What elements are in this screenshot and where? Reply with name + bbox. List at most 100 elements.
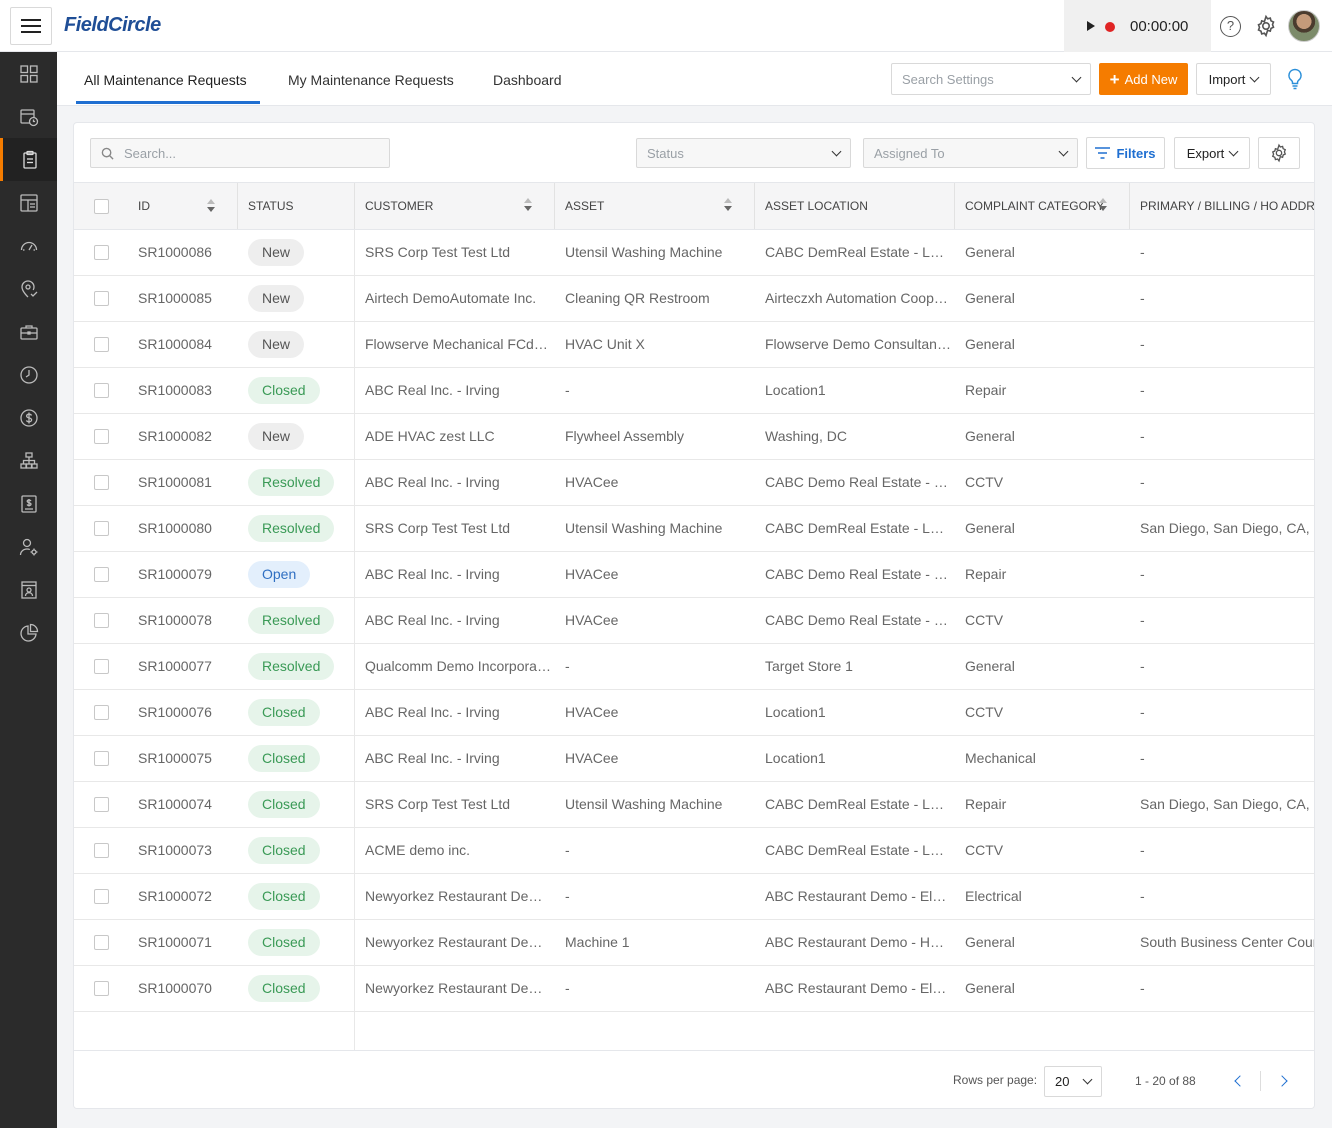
billing-icon[interactable] (0, 482, 57, 525)
request-id[interactable]: SR1000085 (138, 276, 233, 321)
request-id[interactable]: SR1000074 (138, 782, 233, 827)
record-icon[interactable] (1105, 22, 1115, 32)
user-avatar[interactable] (1288, 10, 1320, 42)
request-id[interactable]: SR1000076 (138, 690, 233, 735)
table-row[interactable]: SR1000080 Resolved SRS Corp Test Test Ltd U… (74, 506, 1314, 552)
table-row[interactable]: SR1000079 Open ABC Real Inc. - Irving HVACe… (74, 552, 1314, 598)
filters-button[interactable]: Filters (1086, 137, 1165, 169)
table-row[interactable]: SR1000071 Closed Newyorkez Restaurant Demo… (74, 920, 1314, 966)
request-id[interactable]: SR1000081 (138, 460, 233, 505)
request-id[interactable]: SR1000072 (138, 874, 233, 919)
request-id[interactable]: SR1000075 (138, 736, 233, 781)
request-id[interactable]: SR1000083 (138, 368, 233, 413)
dollar-circle-icon[interactable] (0, 396, 57, 439)
assigned-to-select[interactable]: Assigned To (863, 138, 1078, 168)
export-button[interactable]: Export (1174, 137, 1250, 169)
table-row[interactable]: SR1000081 Resolved ABC Real Inc. - Irving H… (74, 460, 1314, 506)
invoice-icon[interactable] (0, 181, 57, 224)
row-checkbox[interactable] (94, 521, 109, 536)
request-id[interactable]: SR1000079 (138, 552, 233, 597)
rows-per-page-select[interactable]: 20 (1044, 1066, 1102, 1097)
tab-my-maintenance-requests[interactable]: My Maintenance Requests (288, 72, 454, 88)
table-row[interactable]: SR1000070 Closed Newyorkez Restaurant Demo… (74, 966, 1314, 1012)
request-id[interactable]: SR1000077 (138, 644, 233, 689)
play-icon[interactable] (1087, 21, 1095, 31)
row-checkbox[interactable] (94, 843, 109, 858)
row-checkbox[interactable] (94, 337, 109, 352)
briefcase-icon[interactable] (0, 310, 57, 353)
import-button[interactable]: Import (1196, 63, 1271, 95)
gear-icon[interactable] (1254, 14, 1278, 38)
sort-icon[interactable] (524, 198, 532, 212)
hierarchy-icon[interactable] (0, 439, 57, 482)
table-row[interactable]: SR1000084 New Flowserve Mechanical FCdem..… (74, 322, 1314, 368)
table-row[interactable]: SR1000085 New Airtech DemoAutomate Inc. Cle… (74, 276, 1314, 322)
select-all-checkbox[interactable] (94, 199, 109, 214)
app-logo[interactable]: FieldCircle (64, 14, 161, 37)
add-new-button[interactable]: + Add New (1099, 63, 1188, 95)
request-id[interactable]: SR1000086 (138, 230, 233, 275)
table-row[interactable]: SR1000074 Closed SRS Corp Test Test Ltd Ute… (74, 782, 1314, 828)
location-check-icon[interactable] (0, 267, 57, 310)
request-id[interactable]: SR1000084 (138, 322, 233, 367)
next-page-button[interactable] (1272, 1071, 1292, 1091)
row-checkbox[interactable] (94, 245, 109, 260)
request-id[interactable]: SR1000080 (138, 506, 233, 551)
request-id[interactable]: SR1000082 (138, 414, 233, 459)
user-settings-icon[interactable] (0, 525, 57, 568)
column-header-address[interactable]: Primary / Billing / HO Address (1140, 183, 1314, 229)
request-id[interactable]: SR1000071 (138, 920, 233, 965)
sort-icon[interactable] (724, 198, 732, 212)
help-icon[interactable]: ? (1220, 16, 1241, 37)
clock-icon[interactable] (0, 353, 57, 396)
table-row[interactable]: SR1000086 New SRS Corp Test Test Ltd Utensi… (74, 230, 1314, 276)
store-icon[interactable] (0, 568, 57, 611)
row-checkbox[interactable] (94, 981, 109, 996)
request-id[interactable]: SR1000070 (138, 966, 233, 1011)
status-select[interactable]: Status (636, 138, 851, 168)
search-settings-select[interactable]: Search Settings (891, 63, 1091, 95)
sort-icon[interactable] (1099, 198, 1107, 212)
row-checkbox[interactable] (94, 291, 109, 306)
row-checkbox[interactable] (94, 613, 109, 628)
table-row[interactable]: SR1000076 Closed ABC Real Inc. - Irving HVA… (74, 690, 1314, 736)
column-header-asset-location[interactable]: Asset Location (765, 183, 868, 229)
row-checkbox[interactable] (94, 659, 109, 674)
row-checkbox[interactable] (94, 935, 109, 950)
row-checkbox[interactable] (94, 567, 109, 582)
request-id[interactable]: SR1000073 (138, 828, 233, 873)
table-row[interactable]: SR1000078 Resolved ABC Real Inc. - Irving H… (74, 598, 1314, 644)
pie-chart-icon[interactable] (0, 611, 57, 654)
dashboard-grid-icon[interactable] (0, 52, 57, 95)
table-row[interactable]: SR1000072 Closed Newyorkez Restaurant Demo… (74, 874, 1314, 920)
table-row[interactable]: SR1000077 Resolved Qualcomm Demo Incorpora… (74, 644, 1314, 690)
clipboard-icon[interactable] (0, 138, 57, 181)
table-row[interactable]: SR1000082 New ADE HVAC zest LLC Flywheel As… (74, 414, 1314, 460)
table-row[interactable]: SR1000083 Closed ABC Real Inc. - Irving - Lo… (74, 368, 1314, 414)
table-row[interactable]: SR1000073 Closed ACME demo inc. - CABC DemRe… (74, 828, 1314, 874)
column-header-id[interactable]: ID (138, 183, 150, 229)
previous-page-button[interactable] (1230, 1071, 1250, 1091)
menu-icon[interactable] (10, 7, 52, 45)
sort-icon[interactable] (207, 199, 215, 213)
request-id[interactable]: SR1000078 (138, 598, 233, 643)
column-header-customer[interactable]: Customer (365, 183, 433, 229)
row-checkbox[interactable] (94, 889, 109, 904)
table-row[interactable]: SR1000075 Closed ABC Real Inc. - Irving HVA… (74, 736, 1314, 782)
column-header-asset[interactable]: Asset (565, 183, 604, 229)
row-checkbox[interactable] (94, 797, 109, 812)
row-checkbox[interactable] (94, 429, 109, 444)
column-settings-button[interactable] (1258, 137, 1300, 169)
row-checkbox[interactable] (94, 383, 109, 398)
row-checkbox[interactable] (94, 475, 109, 490)
calendar-clock-icon[interactable] (0, 95, 57, 138)
gauge-icon[interactable] (0, 224, 57, 267)
column-header-status[interactable]: Status (248, 183, 294, 229)
search-input[interactable] (124, 145, 374, 161)
row-checkbox[interactable] (94, 705, 109, 720)
tab-all-maintenance-requests[interactable]: All Maintenance Requests (84, 72, 247, 88)
row-checkbox[interactable] (94, 751, 109, 766)
tab-dashboard[interactable]: Dashboard (493, 72, 562, 88)
search-field[interactable] (90, 138, 390, 168)
column-header-complaint-category[interactable]: Complaint Category (965, 183, 1104, 229)
